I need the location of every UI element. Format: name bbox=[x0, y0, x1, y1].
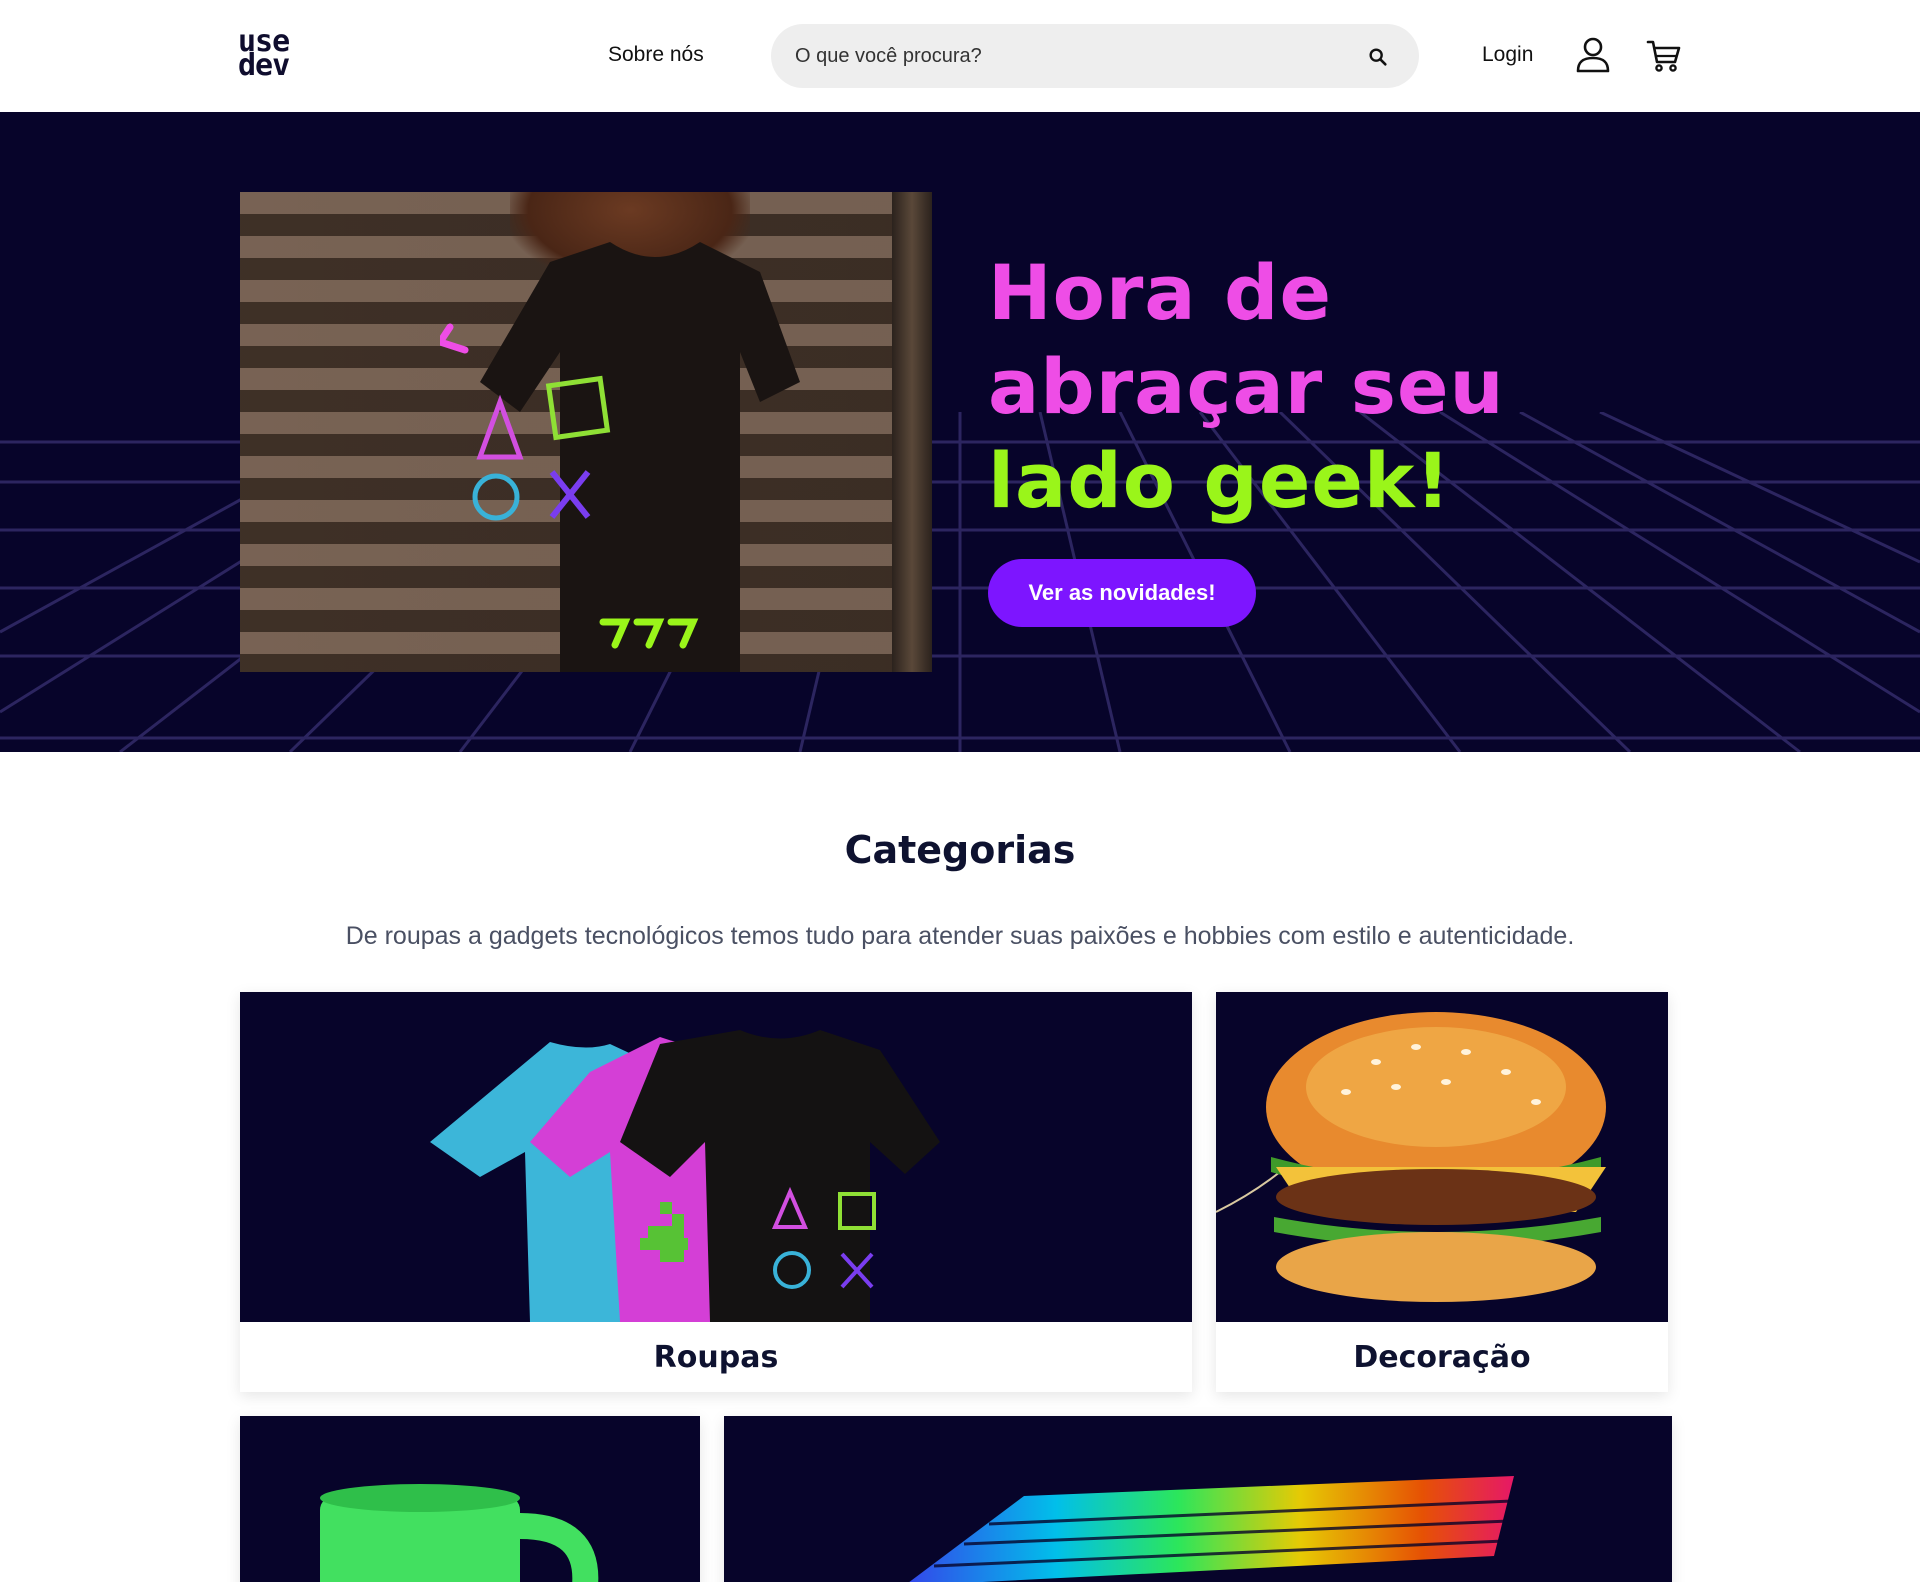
categories-title: Categorias bbox=[844, 828, 1076, 872]
hero-title-line-2: abraçar seu bbox=[988, 342, 1505, 431]
mug-image bbox=[240, 1416, 700, 1582]
keyboard-image bbox=[724, 1416, 1672, 1582]
user-icon[interactable] bbox=[1574, 36, 1612, 74]
burger-lamp-image bbox=[1216, 992, 1668, 1322]
cart-icon[interactable] bbox=[1646, 38, 1682, 74]
see-news-button[interactable]: Ver as novidades! bbox=[988, 559, 1256, 627]
tshirt-illustration bbox=[440, 242, 800, 672]
hero-title-line-1: Hora de bbox=[988, 248, 1332, 337]
category-card-decoracao[interactable]: Decoração bbox=[1216, 992, 1668, 1392]
search-input[interactable] bbox=[795, 24, 1335, 88]
category-label-decoracao: Decoração bbox=[1353, 1340, 1531, 1375]
logo-bottom-text: dev bbox=[238, 48, 290, 83]
hero-model-photo bbox=[240, 192, 932, 672]
hero-title-line-3: lado geek! bbox=[988, 436, 1452, 525]
category-label-roupas: Roupas bbox=[653, 1340, 779, 1375]
logo[interactable]: use dev bbox=[238, 27, 322, 83]
hero-banner: Hora de abraçar seu lado geek! Ver as no… bbox=[0, 112, 1920, 752]
tshirts-image bbox=[240, 992, 1192, 1322]
hero-title: Hora de abraçar seu lado geek! bbox=[988, 246, 1688, 528]
login-link[interactable]: Login bbox=[1482, 43, 1533, 67]
nav-about-link[interactable]: Sobre nós bbox=[608, 43, 704, 67]
search-bar bbox=[771, 24, 1419, 88]
category-card-mugs[interactable] bbox=[240, 1416, 700, 1582]
category-card-gadgets[interactable] bbox=[724, 1416, 1672, 1582]
categories-subtitle: De roupas a gadgets tecnológicos temos t… bbox=[345, 922, 1575, 950]
search-icon[interactable] bbox=[1367, 46, 1389, 68]
site-header: use dev Sobre nós Login bbox=[0, 0, 1920, 112]
category-card-roupas[interactable]: Roupas bbox=[240, 992, 1192, 1392]
